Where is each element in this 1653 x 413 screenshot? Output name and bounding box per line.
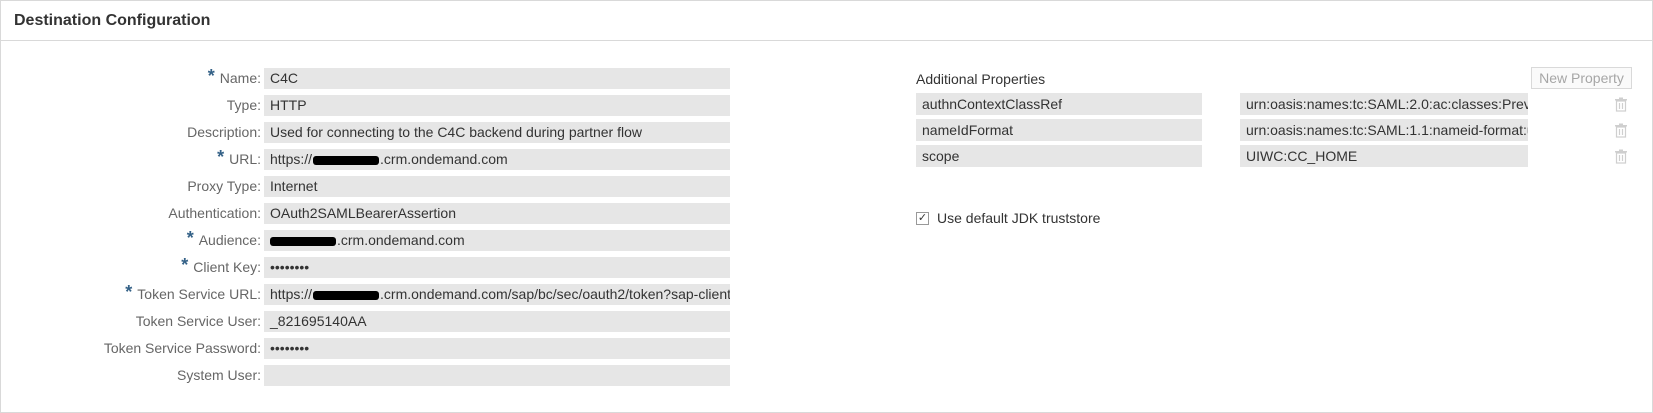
client-key-label-text: Client Key: (193, 259, 261, 275)
required-marker: * (125, 281, 133, 302)
description-field[interactable]: Used for connecting to the C4C backend d… (264, 122, 730, 143)
token-service-password-field[interactable]: •••••••• (264, 338, 730, 359)
url-label: * URL: (217, 146, 261, 170)
destination-configuration-panel: Destination Configuration * Name: C4C Ty… (0, 0, 1653, 413)
destination-form: * Name: C4C Type: HTTP Description: Used… (1, 65, 741, 391)
form-row-token-service-password: Token Service Password: •••••••• (1, 337, 741, 364)
new-property-button[interactable]: New Property (1531, 67, 1632, 89)
form-row-client-key: * Client Key: •••••••• (1, 254, 741, 283)
url-suffix: .crm.ondemand.com (380, 151, 508, 167)
jdk-truststore-checkbox[interactable]: ✓ (916, 211, 929, 225)
form-row-system-user: System User: (1, 364, 741, 391)
token-url-suffix: .crm.ondemand.com/sap/bc/sec/oauth2/toke… (380, 286, 730, 302)
trash-icon[interactable] (1613, 122, 1629, 138)
audience-field[interactable]: .crm.ondemand.com (264, 230, 730, 251)
property-key-field[interactable]: nameIdFormat (916, 119, 1202, 141)
authentication-label: Authentication: (168, 205, 261, 221)
trash-icon[interactable] (1613, 96, 1629, 112)
required-marker: * (181, 254, 189, 275)
redaction-mark (313, 155, 380, 165)
token-service-url-field[interactable]: https:// .crm.ondemand.com/sap/bc/sec/oau… (264, 284, 730, 305)
audience-label: * Audience: (186, 227, 261, 251)
form-row-name: * Name: C4C (1, 65, 741, 94)
property-row: authnContextClassRef urn:oasis:names:tc:… (916, 93, 1636, 115)
token-service-user-label: Token Service User: (135, 313, 261, 329)
property-key-field[interactable]: authnContextClassRef (916, 93, 1202, 115)
url-field[interactable]: https:// .crm.ondemand.com (264, 149, 730, 170)
form-row-authentication: Authentication: OAuth2SAMLBearerAssertio… (1, 202, 741, 229)
authentication-field[interactable]: OAuth2SAMLBearerAssertion (264, 203, 730, 224)
name-label: * Name: (207, 65, 261, 89)
description-label: Description: (187, 124, 261, 140)
jdk-truststore-option: ✓ Use default JDK truststore (916, 210, 1100, 226)
system-user-field[interactable] (264, 365, 730, 386)
form-row-proxy-type: Proxy Type: Internet (1, 175, 741, 202)
page-title: Destination Configuration (14, 11, 211, 29)
client-key-label: * Client Key: (181, 254, 261, 278)
jdk-truststore-label: Use default JDK truststore (937, 210, 1101, 226)
url-prefix: https:// (270, 151, 313, 167)
system-user-label: System User: (176, 367, 261, 383)
proxy-type-field[interactable]: Internet (264, 176, 730, 197)
token-url-prefix: https:// (270, 286, 313, 302)
type-label: Type: (226, 97, 261, 113)
type-field[interactable]: HTTP (264, 95, 730, 116)
client-key-field[interactable]: •••••••• (264, 257, 730, 278)
required-marker: * (217, 146, 225, 167)
panel-header: Destination Configuration (1, 1, 1652, 41)
redaction-mark (313, 290, 380, 300)
required-marker: * (186, 227, 194, 248)
token-service-url-label: * Token Service URL: (125, 281, 261, 305)
token-service-url-label-text: Token Service URL: (137, 286, 261, 302)
form-row-url: * URL: https:// .crm.ondemand.com (1, 146, 741, 175)
token-service-password-label: Token Service Password: (103, 340, 261, 356)
form-row-audience: * Audience: .crm.ondemand.com (1, 227, 741, 256)
property-key-field[interactable]: scope (916, 145, 1202, 167)
form-row-token-service-user: Token Service User: _821695140AA (1, 310, 741, 337)
form-row-type: Type: HTTP (1, 94, 741, 121)
property-row: scope UIWC:CC_HOME (916, 145, 1636, 167)
audience-label-text: Audience: (198, 232, 261, 248)
additional-properties-title: Additional Properties (916, 71, 1046, 87)
property-value-field[interactable]: urn:oasis:names:tc:SAML:2.0:ac:classes:P… (1240, 93, 1528, 115)
token-service-user-field[interactable]: _821695140AA (264, 311, 730, 332)
property-row: nameIdFormat urn:oasis:names:tc:SAML:1.1… (916, 119, 1636, 141)
trash-icon[interactable] (1613, 148, 1629, 164)
form-row-description: Description: Used for connecting to the … (1, 121, 741, 148)
form-row-token-service-url: * Token Service URL: https:// .crm.ondema… (1, 281, 741, 310)
name-field[interactable]: C4C (264, 68, 730, 89)
proxy-type-label: Proxy Type: (187, 178, 261, 194)
url-label-text: URL: (229, 151, 261, 167)
property-value-field[interactable]: UIWC:CC_HOME (1240, 145, 1528, 167)
audience-suffix: .crm.ondemand.com (337, 232, 465, 248)
redaction-mark (270, 236, 336, 246)
required-marker: * (207, 65, 215, 86)
name-label-text: Name: (219, 70, 261, 86)
property-value-field[interactable]: urn:oasis:names:tc:SAML:1.1:nameid-forma… (1240, 119, 1528, 141)
